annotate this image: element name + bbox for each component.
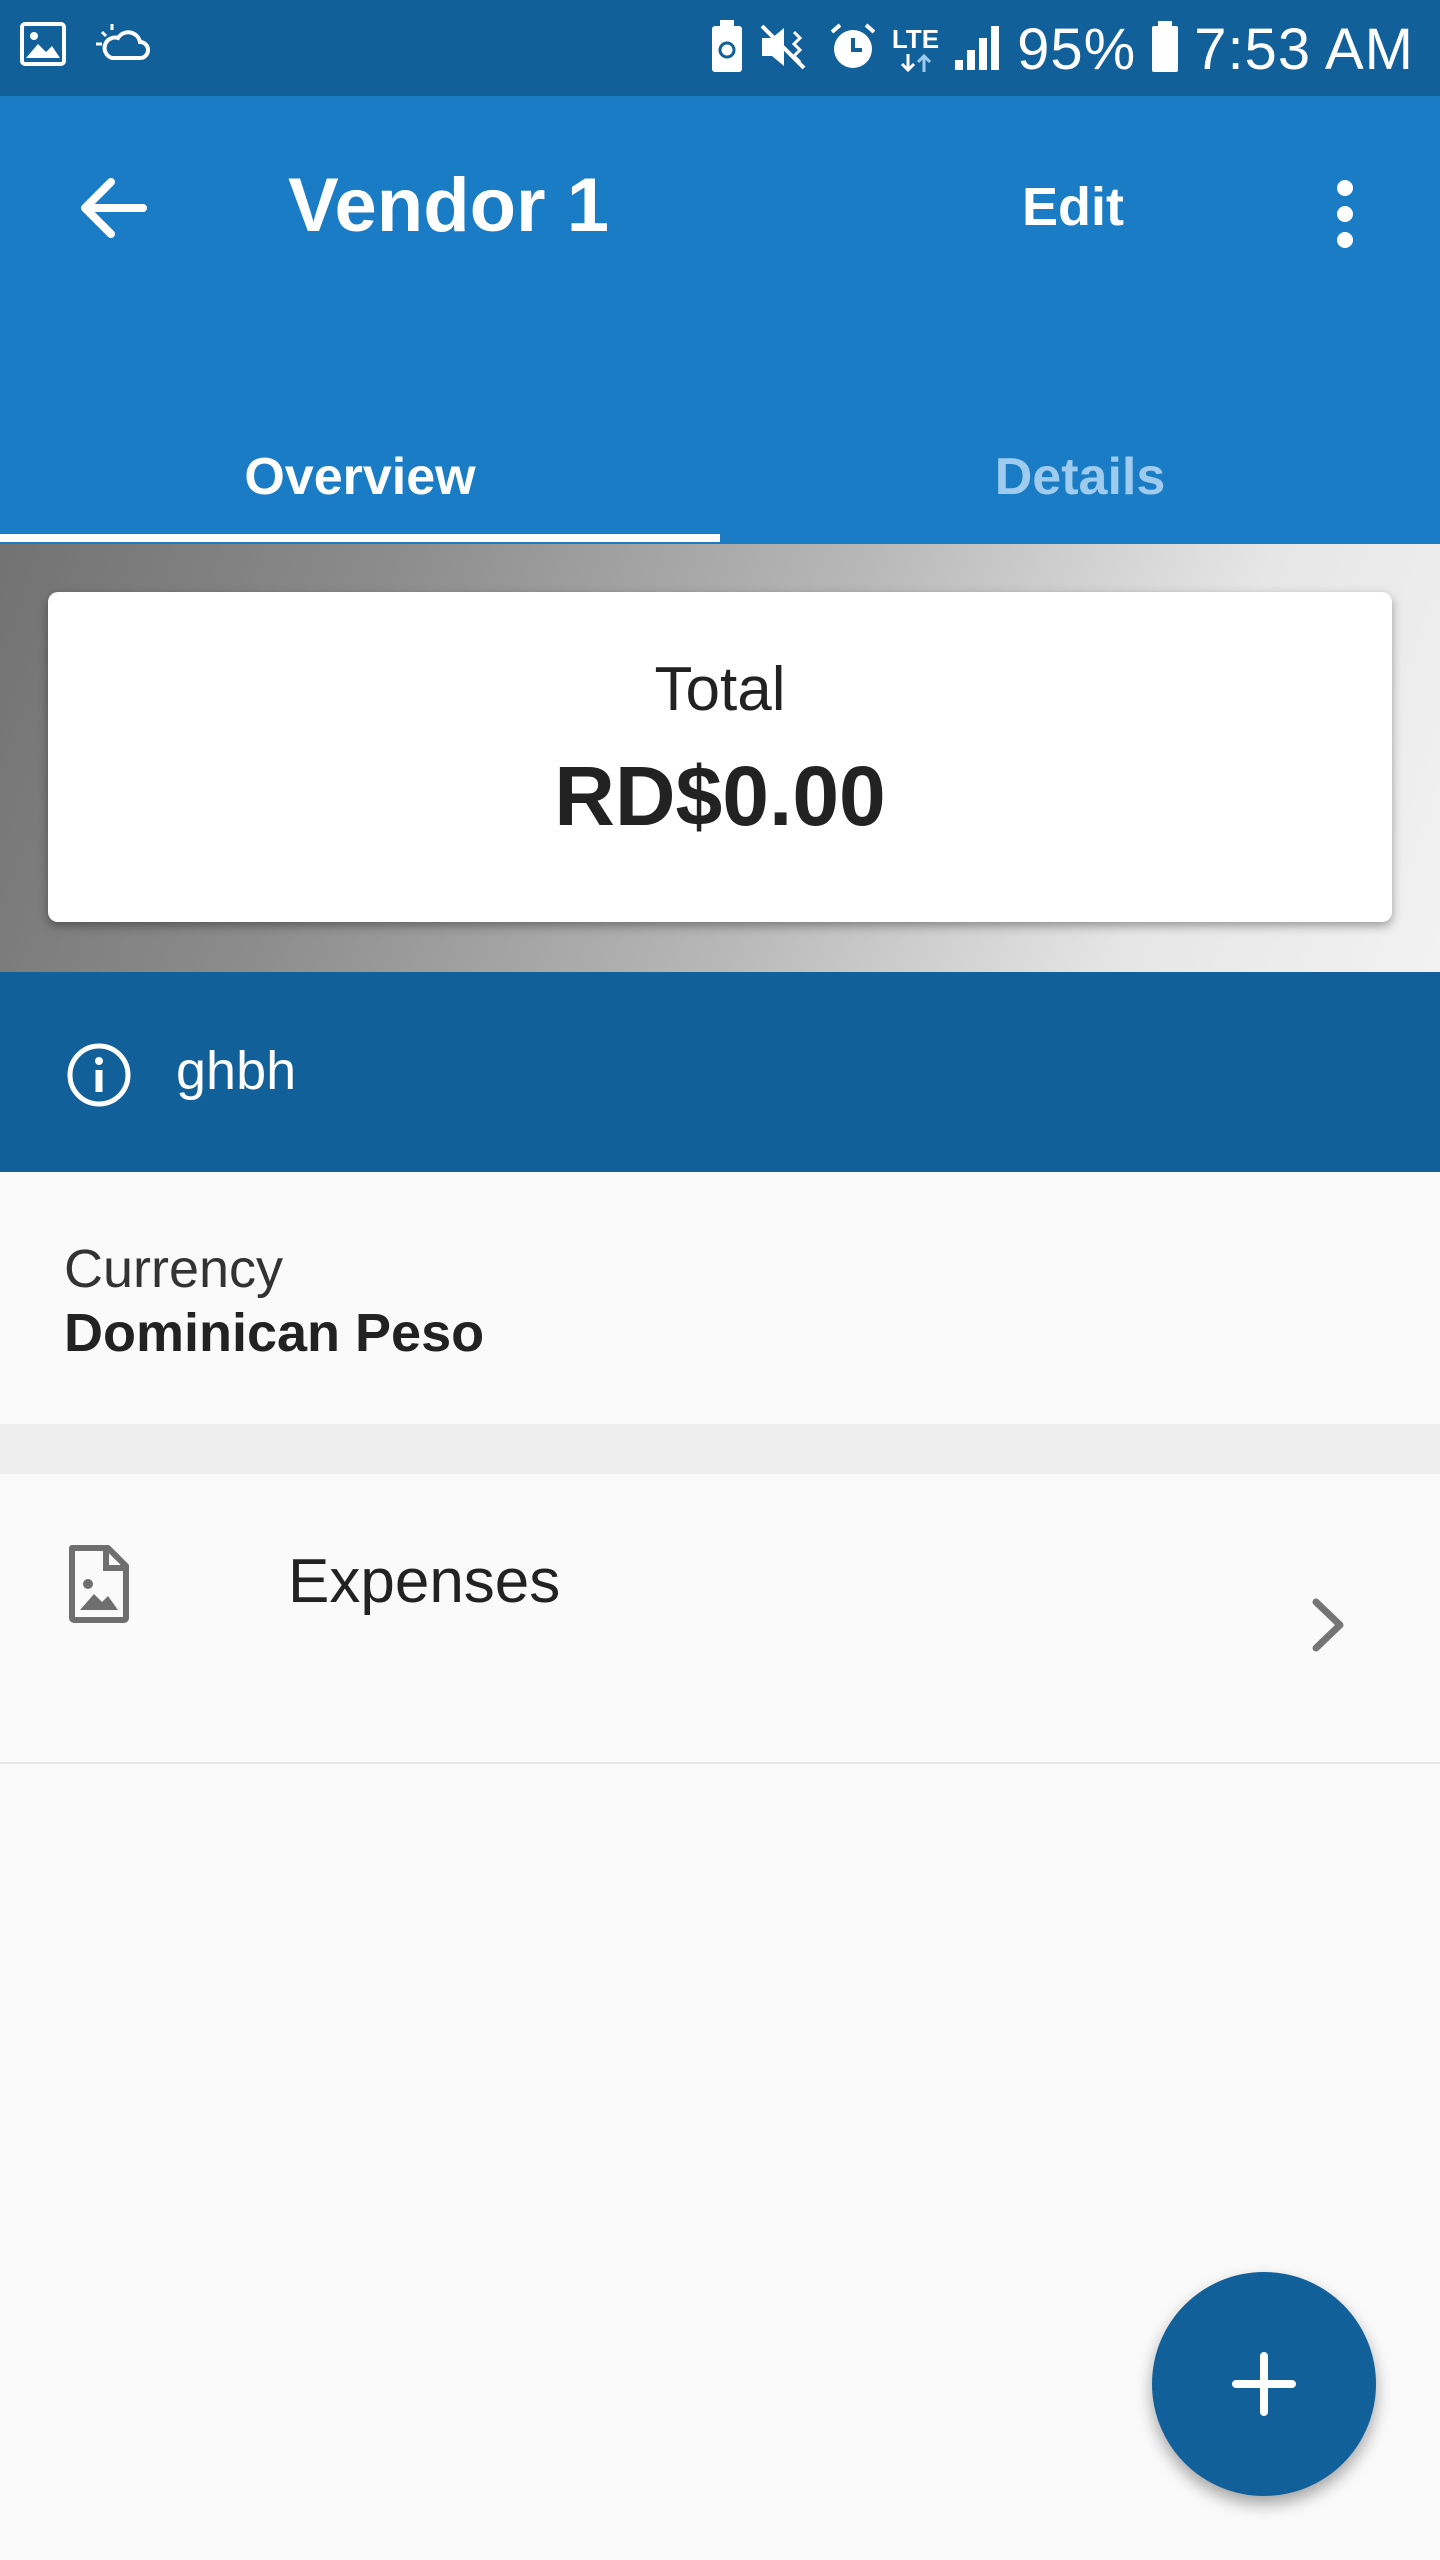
tab-details-label: Details (994, 448, 1166, 506)
image-icon (20, 22, 66, 71)
back-button[interactable] (70, 166, 154, 250)
edit-button[interactable]: Edit (1022, 176, 1124, 238)
total-value: RD$0.00 (554, 749, 886, 843)
total-card: Total RD$0.00 (48, 592, 1392, 922)
tab-details[interactable]: Details (720, 410, 1440, 544)
battery-saver-icon (710, 20, 744, 79)
page-title: Vendor 1 (288, 163, 609, 248)
vendor-note: ghbh (176, 1041, 297, 1101)
tab-overview-label: Overview (244, 448, 476, 506)
status-bar-right: LTE 95% 7:53 AM (710, 16, 1414, 83)
total-label: Total (654, 655, 786, 724)
info-band: ghbh (0, 972, 1440, 1172)
chevron-right-icon (1306, 1590, 1350, 1660)
weather-icon (94, 22, 152, 71)
battery-percent: 95% (1017, 17, 1137, 82)
vendor-screen: LTE 95% 7:53 AM Vendor 1 Edit Overview D… (0, 0, 1440, 2560)
more-vert-icon (1337, 180, 1353, 248)
expenses-row[interactable]: Expenses (0, 1474, 1440, 1764)
currency-label: Currency (64, 1239, 284, 1299)
expenses-label: Expenses (288, 1547, 561, 1616)
info-icon (66, 1042, 132, 1113)
tab-indicator (0, 534, 720, 542)
vibrate-mute-icon (758, 22, 814, 77)
clock: 7:53 AM (1194, 17, 1414, 82)
add-fab-button[interactable] (1152, 2272, 1376, 2496)
status-bar-left (20, 22, 152, 71)
signal-icon (953, 22, 1003, 77)
arrow-back-icon (81, 178, 147, 238)
currency-section: Currency Dominican Peso (0, 1172, 1440, 1424)
status-bar: LTE 95% 7:53 AM (0, 0, 1440, 96)
app-bar: Vendor 1 Edit Overview Details (0, 96, 1440, 544)
document-image-icon (66, 1544, 132, 1624)
summary-header: Total RD$0.00 (0, 544, 1440, 972)
section-divider (0, 1424, 1440, 1474)
battery-icon (1150, 21, 1180, 78)
lte-label: LTE (891, 23, 940, 54)
currency-value: Dominican Peso (64, 1303, 485, 1363)
alarm-icon (828, 22, 878, 77)
plus-icon (1232, 2352, 1296, 2416)
lte-icon: LTE (892, 26, 939, 74)
more-options-button[interactable] (1310, 172, 1380, 256)
tab-overview[interactable]: Overview (0, 410, 720, 544)
